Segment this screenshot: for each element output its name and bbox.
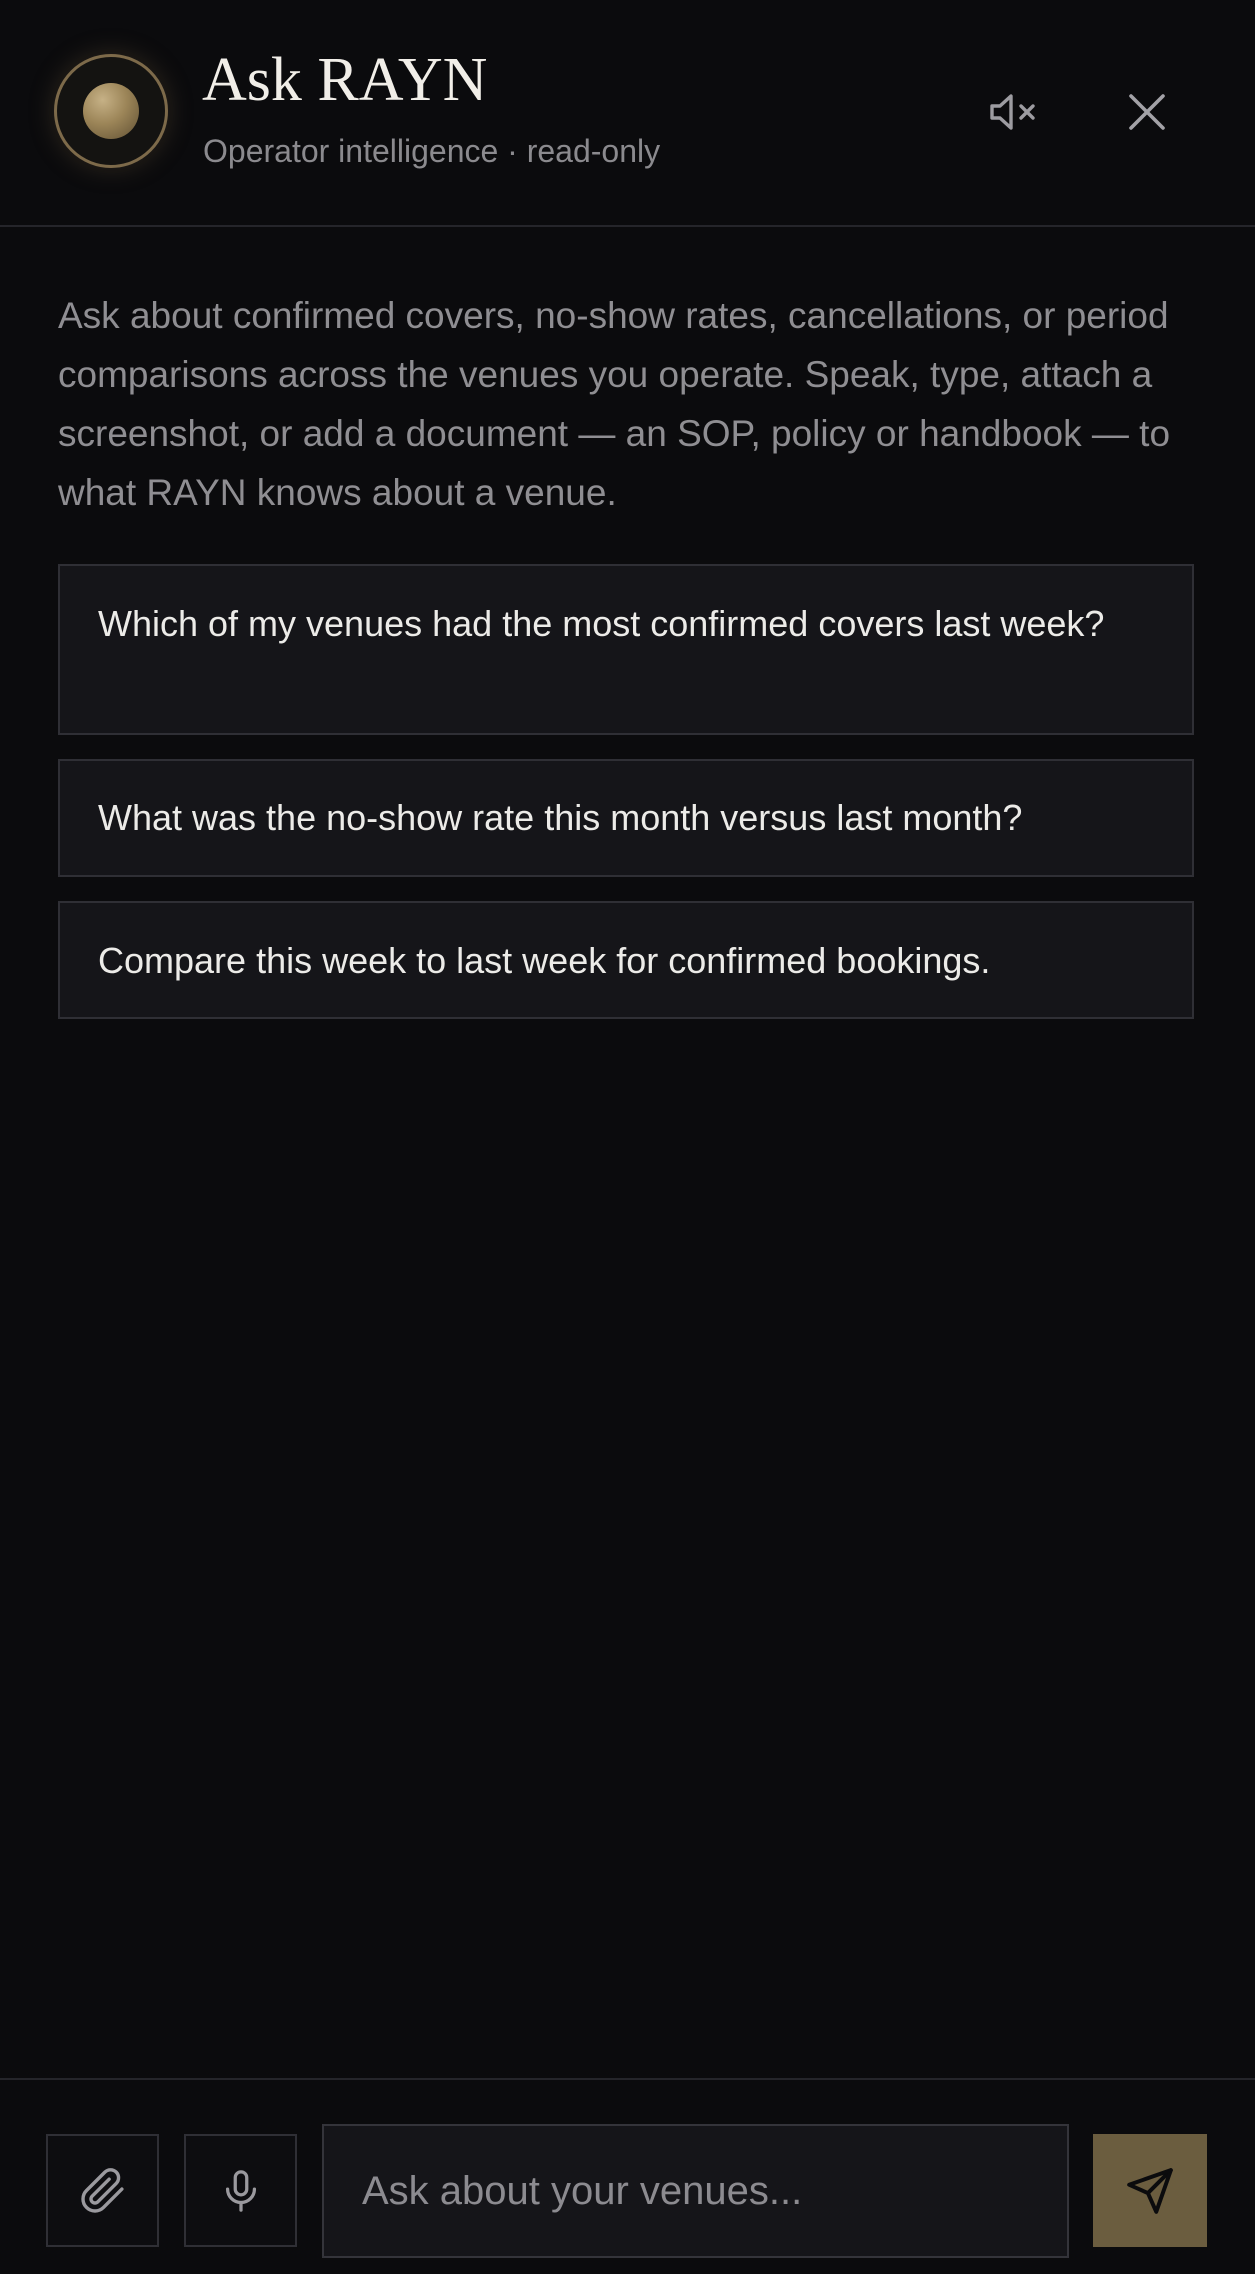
suggestion-prompt[interactable]: Which of my venues had the most confirme…: [58, 564, 1194, 735]
suggestion-prompt[interactable]: Compare this week to last week for confi…: [58, 901, 1194, 1019]
page-subtitle: Operator intelligence · read-only: [203, 133, 661, 169]
send-button[interactable]: [1093, 2134, 1207, 2247]
orb-avatar-icon: [54, 54, 168, 168]
suggestion-prompt[interactable]: What was the no-show rate this month ver…: [58, 759, 1194, 877]
close-button[interactable]: [1111, 76, 1183, 148]
message-input[interactable]: [322, 2124, 1069, 2258]
attach-button[interactable]: [46, 2134, 159, 2247]
ask-rayn-panel: Ask RAYN Operator intelligence · read-on…: [0, 0, 1255, 2274]
page-title: Ask RAYN: [202, 46, 488, 114]
intro-text: Ask about confirmed covers, no-show rate…: [58, 295, 1171, 513]
mute-button[interactable]: [979, 76, 1051, 148]
close-icon: [1129, 94, 1165, 130]
avatar-orb: [83, 83, 139, 139]
send-icon: [1127, 2167, 1173, 2214]
composer: [0, 2078, 1255, 2274]
paperclip-icon: [80, 2167, 124, 2213]
header: Ask RAYN Operator intelligence · read-on…: [0, 0, 1255, 227]
microphone-icon: [225, 2169, 256, 2212]
speaker-muted-icon: [990, 94, 1035, 130]
microphone-button[interactable]: [184, 2134, 297, 2247]
